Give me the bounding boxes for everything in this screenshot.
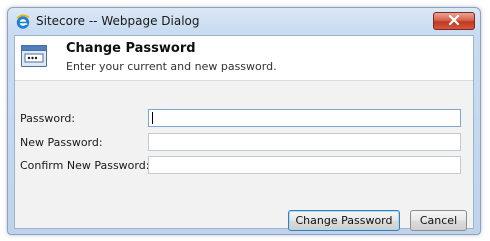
new-password-field[interactable]	[148, 133, 461, 151]
ie-icon	[15, 14, 31, 30]
password-field-icon	[21, 45, 47, 67]
new-password-label: New Password:	[20, 136, 103, 149]
password-field[interactable]	[148, 109, 461, 127]
confirm-password-label: Confirm New Password:	[20, 159, 150, 172]
form-area: Password: New Password: Confirm New Pass…	[15, 81, 473, 231]
window-title: Sitecore -- Webpage Dialog	[36, 14, 200, 28]
change-password-button[interactable]: Change Password	[288, 210, 400, 231]
confirm-password-row: Confirm New Password:	[15, 156, 473, 176]
dialog-content: Change Password Enter your current and n…	[14, 35, 474, 231]
new-password-row: New Password:	[15, 133, 473, 153]
dialog-window: Sitecore -- Webpage Dialog Change Passwo…	[7, 7, 481, 235]
close-button[interactable]	[433, 12, 475, 30]
text-caret	[152, 112, 153, 124]
password-label: Password:	[20, 112, 76, 125]
close-icon	[448, 14, 460, 28]
password-row: Password:	[15, 109, 473, 129]
title-bar[interactable]: Sitecore -- Webpage Dialog	[8, 8, 480, 35]
dialog-header: Change Password Enter your current and n…	[15, 36, 473, 81]
dialog-subtitle: Enter your current and new password.	[66, 60, 277, 73]
dialog-title: Change Password	[66, 41, 196, 56]
cancel-button[interactable]: Cancel	[410, 210, 467, 231]
confirm-password-field[interactable]	[148, 156, 461, 174]
